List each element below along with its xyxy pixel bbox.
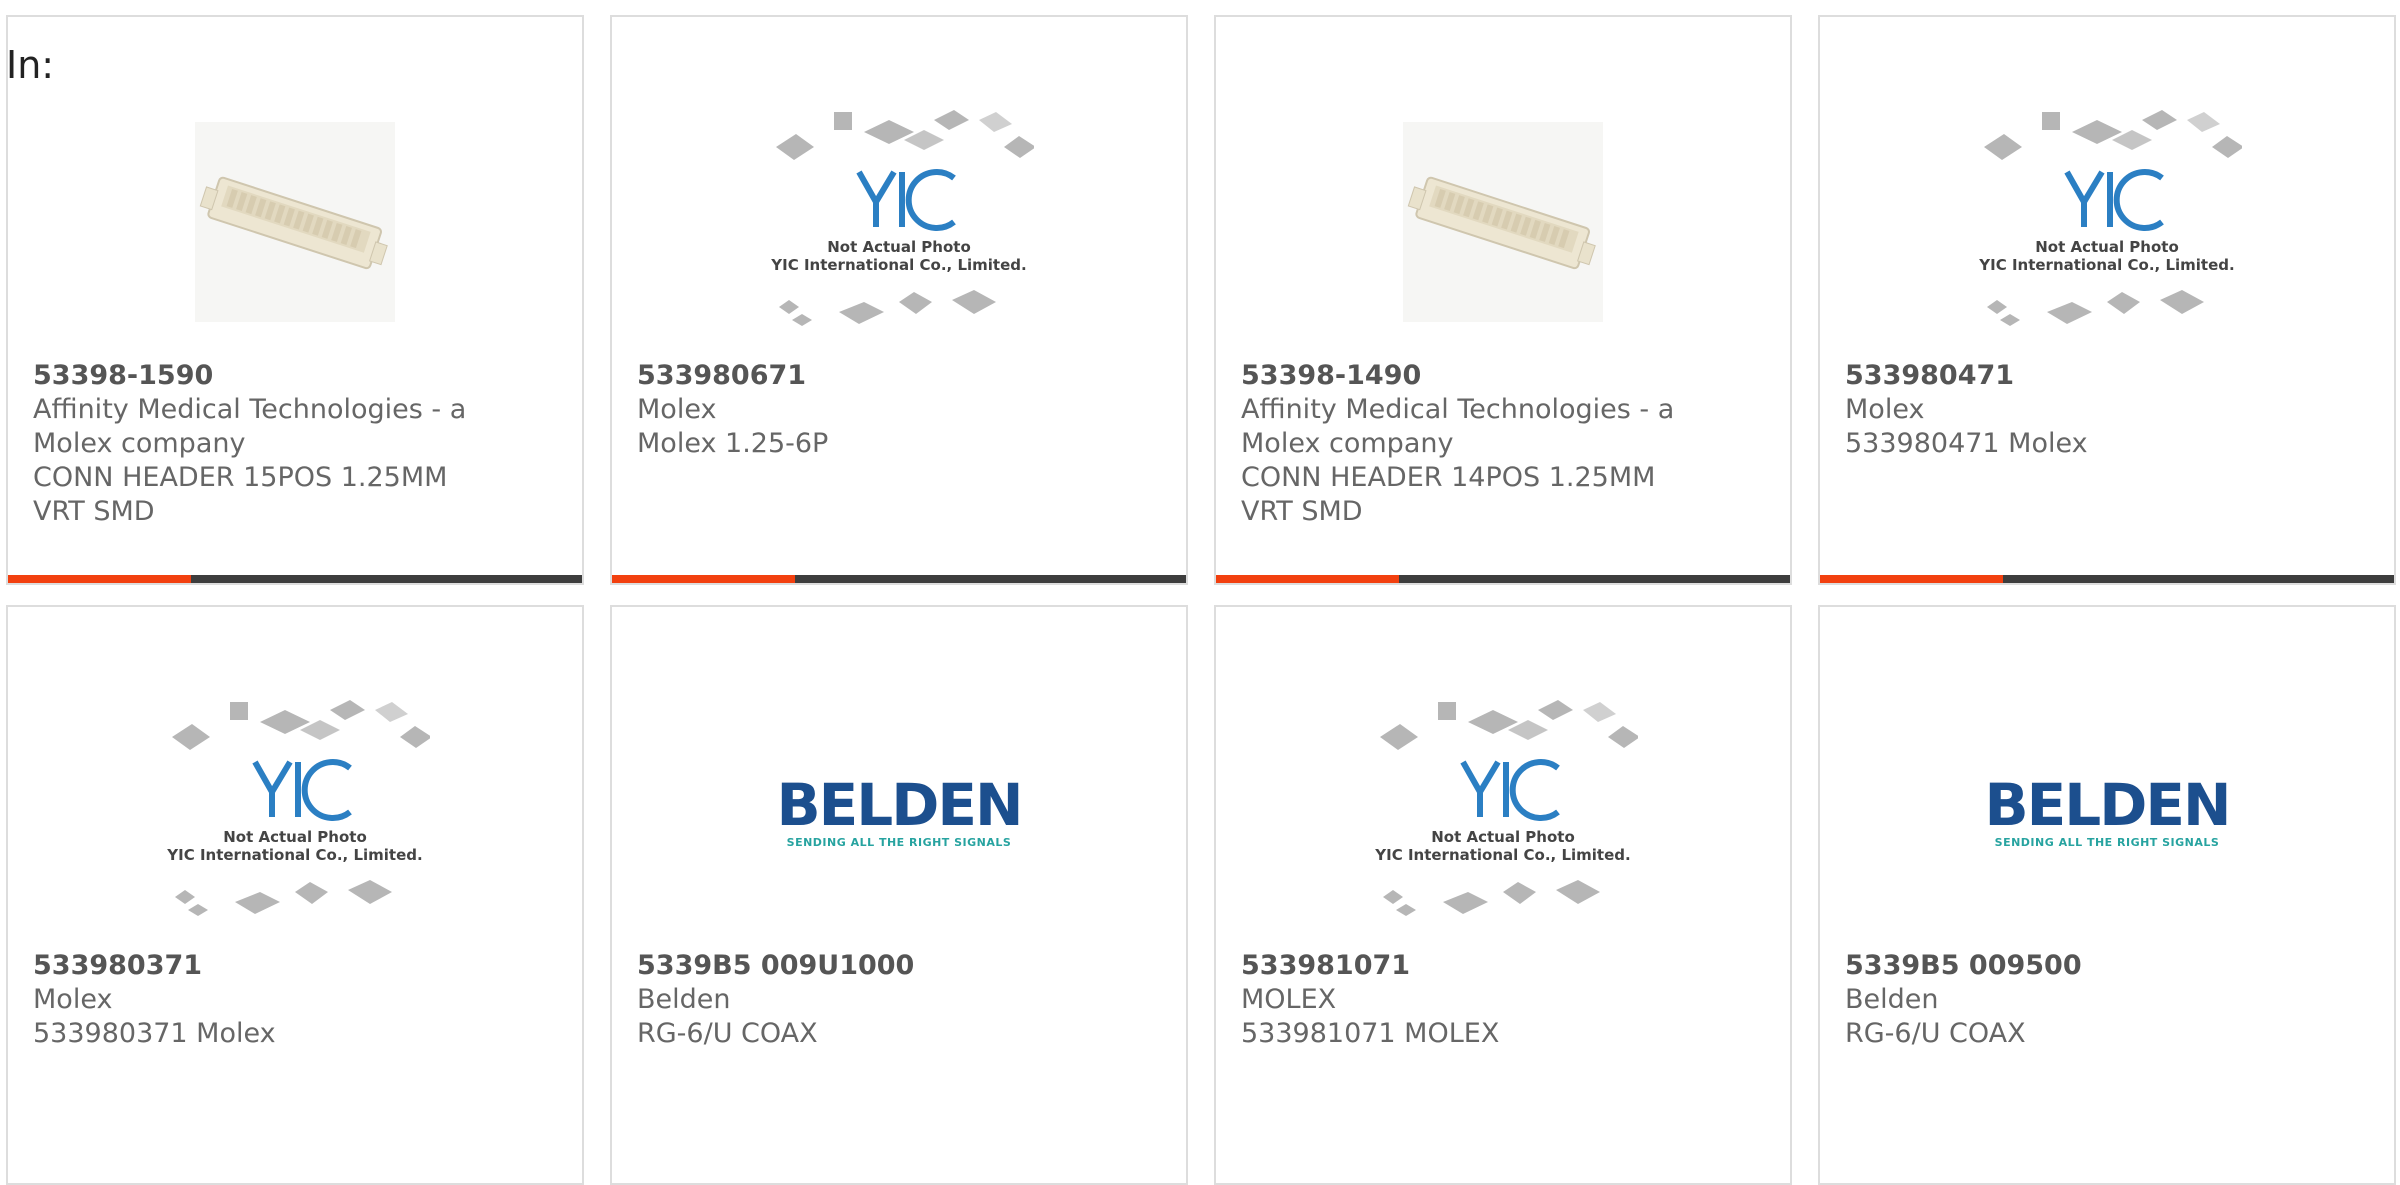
belden-logo: BELDEN SENDING ALL THE RIGHT SIGNALS — [1984, 770, 2231, 849]
product-card[interactable]: BELDEN SENDING ALL THE RIGHT SIGNALS 533… — [610, 605, 1188, 1185]
part-number[interactable]: 533980671 — [637, 359, 1087, 393]
product-image[interactable] — [1216, 82, 1790, 362]
card-bar-accent — [8, 575, 191, 583]
yic-placeholder-image: Not Actual Photo YIC International Co., … — [1374, 700, 1638, 916]
product-image[interactable]: BELDEN SENDING ALL THE RIGHT SIGNALS — [612, 672, 1186, 952]
manufacturer: Belden — [1845, 984, 1939, 1015]
description: CONN HEADER 14POS 1.25MM VRT SMD — [1241, 462, 1656, 527]
yic-placeholder-image: Not Actual Photo YIC International Co., … — [1978, 110, 2242, 326]
filter-label: In: — [6, 43, 55, 87]
yic-line1: Not Actual Photo — [1431, 828, 1575, 846]
description: 533980371 Molex — [33, 1018, 276, 1049]
yic-line1: Not Actual Photo — [223, 828, 367, 846]
part-number[interactable]: 53398-1490 — [1241, 359, 1691, 393]
belden-tagline: SENDING ALL THE RIGHT SIGNALS — [786, 835, 1012, 849]
yic-line1: Not Actual Photo — [2035, 238, 2179, 256]
part-number[interactable]: 533981071 — [1241, 949, 1691, 983]
card-bar-accent — [612, 575, 795, 583]
manufacturer: Affinity Medical Technologies - a Molex … — [1241, 394, 1675, 459]
description: 533981071 MOLEX — [1241, 1018, 1500, 1049]
part-number[interactable]: 5339B5 009U1000 — [637, 949, 1087, 983]
card-bar-accent — [1820, 575, 2003, 583]
description: RG-6/U COAX — [637, 1018, 818, 1049]
part-number[interactable]: 533980371 — [33, 949, 483, 983]
product-card[interactable]: Not Actual Photo YIC International Co., … — [1818, 15, 2396, 585]
product-image[interactable] — [8, 82, 582, 362]
manufacturer: Molex — [1845, 394, 1925, 425]
yic-line2: YIC International Co., Limited. — [1978, 256, 2234, 274]
product-card[interactable]: Not Actual Photo YIC International Co., … — [610, 15, 1188, 585]
card-bar-accent — [1216, 575, 1399, 583]
part-number[interactable]: 533980471 — [1845, 359, 2295, 393]
description: 533980471 Molex — [1845, 428, 2088, 459]
part-number[interactable]: 5339B5 009500 — [1845, 949, 2295, 983]
manufacturer: Belden — [637, 984, 731, 1015]
manufacturer: MOLEX — [1241, 984, 1337, 1015]
part-number[interactable]: 53398-1590 — [33, 359, 483, 393]
yic-line2: YIC International Co., Limited. — [770, 256, 1026, 274]
connector-image — [1403, 122, 1603, 322]
manufacturer: Molex — [33, 984, 113, 1015]
manufacturer: Affinity Medical Technologies - a Molex … — [33, 394, 467, 459]
manufacturer: Molex — [637, 394, 717, 425]
product-image[interactable]: Not Actual Photo YIC International Co., … — [1820, 82, 2394, 362]
card-bar — [1820, 575, 2394, 583]
description: RG-6/U COAX — [1845, 1018, 2026, 1049]
belden-word: BELDEN — [1984, 770, 2231, 839]
product-image[interactable]: BELDEN SENDING ALL THE RIGHT SIGNALS — [1820, 672, 2394, 952]
product-image[interactable]: Not Actual Photo YIC International Co., … — [612, 82, 1186, 362]
card-bar — [612, 575, 1186, 583]
product-card[interactable]: BELDEN SENDING ALL THE RIGHT SIGNALS 533… — [1818, 605, 2396, 1185]
description: Molex 1.25-6P — [637, 428, 829, 459]
connector-image — [195, 122, 395, 322]
yic-line1: Not Actual Photo — [827, 238, 971, 256]
card-bar — [1216, 575, 1790, 583]
product-image[interactable]: Not Actual Photo YIC International Co., … — [1216, 672, 1790, 952]
yic-line2: YIC International Co., Limited. — [166, 846, 422, 864]
product-card[interactable]: 53398-1590 Affinity Medical Technologies… — [6, 15, 584, 585]
belden-word: BELDEN — [776, 770, 1023, 839]
product-grid: 53398-1590 Affinity Medical Technologies… — [0, 0, 2400, 1185]
description: CONN HEADER 15POS 1.25MM VRT SMD — [33, 462, 448, 527]
product-image[interactable]: Not Actual Photo YIC International Co., … — [8, 672, 582, 952]
product-card[interactable]: 53398-1490 Affinity Medical Technologies… — [1214, 15, 1792, 585]
belden-logo: BELDEN SENDING ALL THE RIGHT SIGNALS — [776, 770, 1023, 849]
yic-placeholder-image: Not Actual Photo YIC International Co., … — [770, 110, 1034, 326]
belden-tagline: SENDING ALL THE RIGHT SIGNALS — [1994, 835, 2220, 849]
product-card[interactable]: Not Actual Photo YIC International Co., … — [6, 605, 584, 1185]
card-bar — [8, 575, 582, 583]
yic-line2: YIC International Co., Limited. — [1374, 846, 1630, 864]
yic-placeholder-image: Not Actual Photo YIC International Co., … — [166, 700, 430, 916]
product-card[interactable]: Not Actual Photo YIC International Co., … — [1214, 605, 1792, 1185]
